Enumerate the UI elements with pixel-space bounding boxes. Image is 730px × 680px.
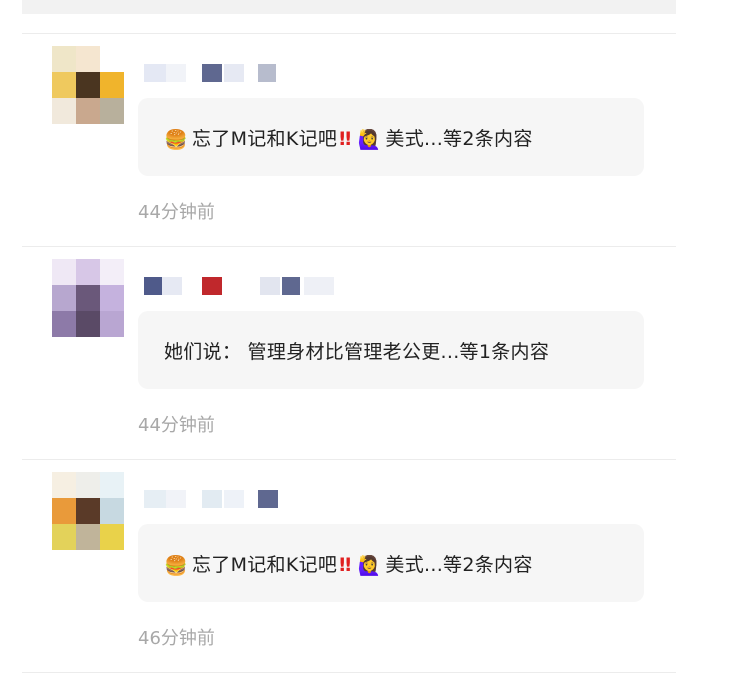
list-item[interactable]: 🍔 忘了M记和K记吧 ‼ 🙋‍♀️ 美式...等2条内容 46分钟前	[22, 460, 676, 672]
hamburger-icon: 🍔	[164, 554, 188, 577]
top-separator	[22, 0, 676, 14]
hamburger-icon: 🍔	[164, 128, 188, 151]
divider	[22, 672, 676, 673]
list-item[interactable]: 她们说： 管理身材比管理老公更...等1条内容 44分钟前	[22, 247, 676, 459]
comment-text: 忘了M记和K记吧	[191, 553, 338, 576]
comment-bubble[interactable]: 🍔 忘了M记和K记吧 ‼ 🙋‍♀️ 美式...等2条内容	[138, 524, 644, 602]
comment-bubble[interactable]: 🍔 忘了M记和K记吧 ‼ 🙋‍♀️ 美式...等2条内容	[138, 98, 644, 176]
comment-text-more: 美式...等2条内容	[385, 127, 533, 150]
comment-text: 她们说： 管理身材比管理老公更...等1条内容	[164, 340, 550, 363]
double-exclamation-icon: ‼	[339, 127, 352, 150]
avatar[interactable]	[52, 46, 124, 124]
timestamp: 46分钟前	[138, 628, 215, 649]
comment-bubble[interactable]: 她们说： 管理身材比管理老公更...等1条内容	[138, 311, 644, 389]
timestamp: 44分钟前	[138, 202, 215, 223]
comment-text-more: 美式...等2条内容	[385, 553, 533, 576]
woman-raising-hand-icon: 🙋‍♀️	[357, 128, 382, 151]
avatar[interactable]	[52, 472, 124, 550]
comment-text: 忘了M记和K记吧	[191, 127, 338, 150]
avatar[interactable]	[52, 259, 124, 337]
list-item[interactable]: 🍔 忘了M记和K记吧 ‼ 🙋‍♀️ 美式...等2条内容 44分钟前	[22, 34, 676, 246]
timestamp: 44分钟前	[138, 415, 215, 436]
woman-raising-hand-icon: 🙋‍♀️	[357, 554, 382, 577]
double-exclamation-icon: ‼	[339, 553, 352, 576]
